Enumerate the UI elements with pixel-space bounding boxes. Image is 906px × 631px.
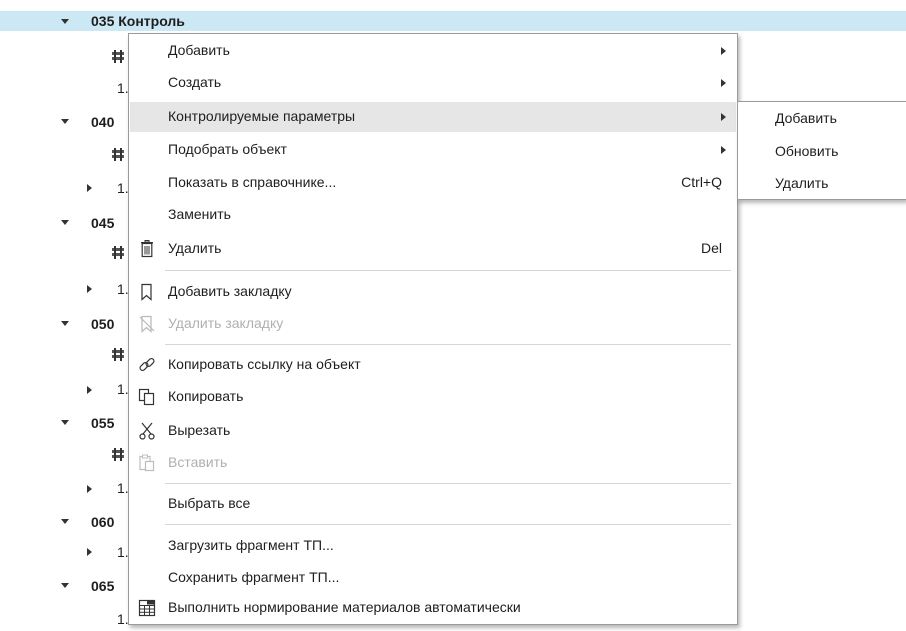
submenu-item-add[interactable]: Добавить: [739, 103, 905, 135]
menu-separator: [165, 344, 731, 345]
controlled-params-submenu: Добавить Обновить Удалить: [737, 101, 906, 200]
menu-item-label: Копировать: [168, 388, 244, 404]
collapse-arrow-icon[interactable]: [87, 485, 92, 493]
menu-item-save-fragment[interactable]: Сохранить фрагмент ТП...: [130, 563, 736, 593]
collapse-arrow-icon[interactable]: [87, 184, 92, 192]
menu-item-auto-normalize[interactable]: Выполнить нормирование материалов автома…: [130, 593, 736, 623]
paste-icon: [139, 454, 155, 472]
submenu-item-update[interactable]: Обновить: [739, 136, 905, 168]
menu-item-remove-bookmark[interactable]: Удалить закладку: [130, 309, 736, 339]
menu-item-copy-link[interactable]: Копировать ссылку на объект: [130, 350, 736, 380]
menu-item-label: Загрузить фрагмент ТП...: [168, 537, 334, 553]
menu-item-paste[interactable]: Вставить: [130, 448, 736, 478]
menu-item-label: Удалить закладку: [168, 315, 284, 331]
trash-icon: [141, 240, 153, 258]
expand-arrow-icon[interactable]: [61, 420, 69, 425]
op-number: 050: [91, 316, 115, 332]
tool-icon: [112, 148, 124, 161]
submenu-item-delete[interactable]: Удалить: [739, 168, 905, 200]
submenu-item-label: Обновить: [775, 143, 839, 159]
scissors-icon: [139, 422, 155, 440]
collapse-arrow-icon[interactable]: [87, 386, 92, 394]
shortcut-label: Ctrl+Q: [681, 174, 722, 190]
tool-icon: [112, 246, 124, 259]
menu-separator: [165, 270, 731, 271]
menu-item-cut[interactable]: Вырезать: [130, 416, 736, 446]
bookmark-icon: [141, 283, 152, 301]
expand-arrow-icon[interactable]: [61, 220, 69, 225]
op-number: 065: [91, 578, 115, 594]
expand-arrow-icon[interactable]: [61, 519, 69, 524]
menu-item-label: Сохранить фрагмент ТП...: [168, 569, 340, 585]
shortcut-label: Del: [700, 240, 722, 256]
menu-item-copy[interactable]: Копировать: [130, 382, 736, 412]
submenu-arrow-icon: [721, 146, 726, 154]
menu-item-pick-object[interactable]: Подобрать объект: [130, 135, 736, 165]
menu-item-select-all[interactable]: Выбрать все: [130, 489, 736, 519]
context-menu: Добавить Создать Контролируемые параметр…: [128, 33, 738, 625]
op-number: 045: [91, 215, 115, 231]
copy-icon: [138, 388, 155, 406]
menu-item-replace[interactable]: Заменить: [130, 200, 736, 230]
sub-number: 1.: [117, 544, 129, 560]
menu-item-label: Создать: [168, 74, 222, 90]
menu-item-add-bookmark[interactable]: Добавить закладку: [130, 277, 736, 307]
op-number: 040: [91, 114, 115, 130]
menu-item-label: Добавить: [168, 42, 230, 58]
menu-item-controlled-params[interactable]: Контролируемые параметры: [130, 102, 736, 132]
menu-item-show-in-reference[interactable]: Показать в справочнике... Ctrl+Q: [130, 168, 736, 198]
menu-item-label: Контролируемые параметры: [168, 108, 356, 124]
submenu-arrow-icon: [721, 113, 726, 121]
expand-arrow-icon[interactable]: [61, 19, 69, 24]
submenu-arrow-icon: [721, 79, 726, 87]
menu-item-label: Добавить закладку: [168, 283, 292, 299]
sub-number: 1.: [117, 480, 129, 496]
menu-item-label: Заменить: [168, 206, 231, 222]
submenu-arrow-icon: [721, 47, 726, 55]
menu-item-label: Показать в справочнике...: [168, 174, 337, 190]
menu-item-load-fragment[interactable]: Загрузить фрагмент ТП...: [130, 531, 736, 561]
expand-arrow-icon[interactable]: [61, 321, 69, 326]
menu-separator: [165, 524, 731, 525]
menu-item-add[interactable]: Добавить: [130, 36, 736, 66]
sub-number: 1.: [117, 180, 129, 196]
menu-separator: [165, 483, 731, 484]
sub-number: 1.: [117, 80, 129, 96]
expand-arrow-icon[interactable]: [61, 583, 69, 588]
menu-item-delete[interactable]: Удалить Del: [130, 234, 736, 264]
link-icon: [139, 357, 155, 372]
tool-icon: [112, 448, 124, 461]
collapse-arrow-icon[interactable]: [87, 285, 92, 293]
op-number: 055: [91, 415, 115, 431]
submenu-item-label: Добавить: [775, 110, 837, 126]
bookmark-remove-icon: [139, 315, 155, 333]
menu-item-label: Удалить: [168, 240, 222, 256]
tree-row-label: 035 Контроль: [91, 13, 185, 29]
menu-item-label: Подобрать объект: [168, 141, 287, 157]
sub-number: 1.: [117, 381, 129, 397]
tool-icon: [112, 50, 124, 63]
collapse-arrow-icon[interactable]: [87, 548, 92, 556]
op-number: 060: [91, 514, 115, 530]
submenu-item-label: Удалить: [775, 175, 829, 191]
calculator-icon: [138, 599, 156, 617]
tree-row-selected[interactable]: 035 Контроль: [0, 11, 906, 31]
menu-item-label: Копировать ссылку на объект: [168, 356, 361, 372]
menu-item-label: Вырезать: [168, 422, 231, 438]
menu-item-label: Выбрать все: [168, 495, 251, 511]
sub-number: 1.: [117, 611, 129, 627]
menu-item-label: Выполнить нормирование материалов автома…: [168, 599, 521, 615]
menu-item-label: Вставить: [168, 454, 228, 470]
expand-arrow-icon[interactable]: [61, 119, 69, 124]
tool-icon: [112, 348, 124, 361]
sub-number: 1.: [117, 281, 129, 297]
menu-item-create[interactable]: Создать: [130, 68, 736, 98]
